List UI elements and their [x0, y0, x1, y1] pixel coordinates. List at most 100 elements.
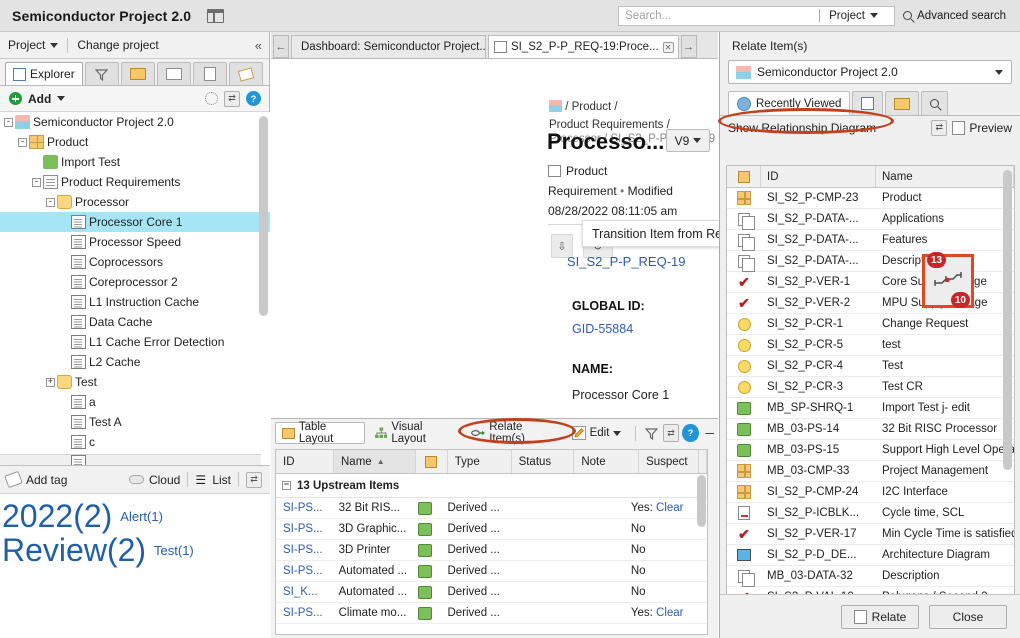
tree-node[interactable]: - Product	[0, 132, 270, 152]
tab-table-layout[interactable]: Table Layout	[275, 421, 365, 445]
table-row[interactable]: SI-PS... Automated ... Derived ... No	[276, 561, 707, 582]
column-id[interactable]: ID	[276, 450, 334, 473]
tree-node[interactable]: L1 Instruction Cache	[0, 292, 270, 312]
tree-node[interactable]: Data Cache	[0, 312, 270, 332]
group-collapse-icon[interactable]: −	[282, 481, 291, 490]
list-view-button[interactable]: List	[212, 473, 231, 487]
list-item[interactable]: MB_03-CMP-33 Project Management	[727, 461, 1014, 482]
list-item[interactable]: SI_S2_P-DATA-... Applications	[727, 209, 1014, 230]
collapse-icon[interactable]: -	[18, 137, 27, 147]
tree-node[interactable]: Import Test	[0, 152, 270, 172]
collapse-panel-button[interactable]: «	[255, 38, 262, 53]
relationship-diagram-icon[interactable]: 13 10	[922, 252, 974, 308]
cell-id[interactable]: SI-PS...	[276, 607, 332, 619]
tab-window[interactable]	[156, 62, 191, 85]
tree-node[interactable]: - Semiconductor Project 2.0	[0, 112, 270, 132]
list-item[interactable]: SI_S2_P-CR-3 Test CR	[727, 377, 1014, 398]
refresh-icon[interactable]: ⇄	[662, 424, 680, 442]
table-row[interactable]: SI-PS... 3D Printer Derived ... No	[276, 540, 707, 561]
add-tag-label[interactable]: Add tag	[26, 473, 67, 487]
tree-node[interactable]: c	[0, 432, 270, 452]
list-item[interactable]: SI_S2_P-D_DE... Architecture Diagram	[727, 545, 1014, 566]
cloud-view-button[interactable]: Cloud	[149, 473, 180, 487]
table-scrollbar[interactable]	[697, 475, 706, 527]
tree-node[interactable]: L2 Cache	[0, 352, 270, 372]
refresh-icon[interactable]: ⇄	[246, 471, 262, 488]
add-tag-icon[interactable]	[4, 470, 23, 489]
expand-icon[interactable]: +	[46, 377, 55, 387]
tab-clipboard[interactable]	[192, 62, 227, 85]
version-dropdown[interactable]: V9	[666, 129, 710, 152]
close-button[interactable]: Close	[929, 604, 1007, 629]
clear-suspect-link[interactable]: Clear	[653, 607, 684, 619]
list-item[interactable]: SI_S2_P-CMP-24 I2C Interface	[727, 482, 1014, 503]
list-item[interactable]: SI_S2_P-CR-4 Test	[727, 356, 1014, 377]
tab-grid[interactable]	[120, 62, 155, 85]
preview-button[interactable]: Preview	[952, 120, 1012, 135]
filter-icon[interactable]	[643, 424, 659, 442]
tree-node[interactable]: + Test	[0, 372, 270, 392]
tab-table[interactable]	[885, 91, 920, 115]
breadcrumb-line1[interactable]: / Product /	[565, 101, 617, 113]
tree-node[interactable]: Processor Core 1	[0, 212, 270, 232]
refresh-icon[interactable]: ⇄	[931, 119, 948, 136]
group-header-row[interactable]: − 13 Upstream Items	[276, 474, 707, 498]
tree-node[interactable]: - Product Requirements	[0, 172, 270, 192]
tree-scrollbar[interactable]	[259, 116, 268, 316]
collapse-icon[interactable]: -	[46, 197, 55, 207]
column-suspect[interactable]: Suspect	[639, 450, 699, 473]
tree-node[interactable]: Processor Speed	[0, 232, 270, 252]
list-item[interactable]: SI_S2_P-CR-5 test	[727, 335, 1014, 356]
tabs-scroll-left-button[interactable]: ←	[273, 35, 289, 58]
tab-visual-layout[interactable]: Visual Layout	[368, 421, 461, 445]
tab-explorer[interactable]: Explorer	[5, 62, 83, 85]
tab-filter[interactable]	[84, 62, 119, 85]
global-id-value[interactable]: GID-55884	[572, 322, 633, 336]
show-relationship-diagram-link[interactable]: Show Relationship Diagram	[728, 121, 876, 135]
column-icon[interactable]	[727, 166, 761, 187]
table-row[interactable]: SI-PS... 3D Graphic... Derived ... No	[276, 519, 707, 540]
project-select[interactable]: Semiconductor Project 2.0	[728, 60, 1012, 84]
cell-id[interactable]: SI-PS...	[276, 502, 332, 514]
table-row[interactable]: SI-PS... 32 Bit RIS... Derived ... Yes: Cle…	[276, 498, 707, 519]
tab-search[interactable]	[921, 91, 949, 115]
tree-node[interactable]: a	[0, 392, 270, 412]
add-button-label[interactable]: Add	[28, 92, 51, 106]
table-row[interactable]: SI-PS... Climate mo... Derived ... Yes: Cle…	[276, 603, 707, 624]
column-name[interactable]: Name	[876, 166, 1014, 187]
column-name[interactable]: Name ▲	[334, 450, 417, 473]
layout-icon[interactable]	[207, 8, 225, 23]
tabs-scroll-right-button[interactable]: →	[680, 35, 697, 58]
tree-node[interactable]: Test A	[0, 412, 270, 432]
cell-id[interactable]: SI-PS...	[276, 523, 332, 535]
list-item[interactable]: MB_03-PS-14 32 Bit RISC Processor	[727, 419, 1014, 440]
minimize-icon[interactable]: ─	[702, 424, 718, 442]
cell-id[interactable]: SI-PS...	[276, 565, 332, 577]
add-icon[interactable]	[9, 92, 22, 105]
tab-requirement[interactable]: SI_S2_P-P_REQ-19:Proce... ✕	[488, 35, 679, 58]
tab-dashboard[interactable]: Dashboard: Semiconductor Project... ✕	[291, 35, 486, 58]
list-item[interactable]: SI_S2_P-ICBLK... Cycle time, SCL	[727, 503, 1014, 524]
column-type-icon[interactable]	[416, 450, 448, 473]
list-item[interactable]: SI_S2_P-CR-1 Change Request	[727, 314, 1014, 335]
list-item[interactable]: MB_03-DATA-32 Description	[727, 566, 1014, 587]
relate-table-scrollbar[interactable]	[1003, 170, 1012, 470]
relate-button[interactable]: Relate	[841, 604, 919, 629]
tab-relate-items[interactable]: Relate Item(s)	[464, 421, 562, 445]
tag-cloud-item[interactable]: Test(1)	[154, 543, 194, 558]
tag-cloud-item[interactable]: Review(2)	[2, 533, 146, 568]
collapse-icon[interactable]: -	[32, 177, 41, 187]
search-input[interactable]	[619, 6, 820, 25]
change-project-link[interactable]: Change project	[77, 38, 158, 52]
list-item[interactable]: MB_03-PS-15 Support High Level Operating	[727, 440, 1014, 461]
tree-node[interactable]: Coreprocessor 2	[0, 272, 270, 292]
list-item[interactable]: MB_SP-SHRQ-1 Import Test j- edit	[727, 398, 1014, 419]
tab-recently-viewed[interactable]: Recently Viewed	[728, 91, 851, 115]
project-dropdown[interactable]: Project	[8, 38, 59, 52]
tree-node[interactable]: L1 Cache Error Detection	[0, 332, 270, 352]
cell-id[interactable]: SI-PS...	[276, 544, 332, 556]
tree-horizontal-scrollbar[interactable]	[0, 454, 261, 465]
requirement-id-link[interactable]: SI_S2_P-P_REQ-19	[567, 254, 686, 269]
refresh-icon[interactable]: ⇄	[224, 90, 240, 107]
chevron-down-icon[interactable]	[57, 96, 66, 101]
